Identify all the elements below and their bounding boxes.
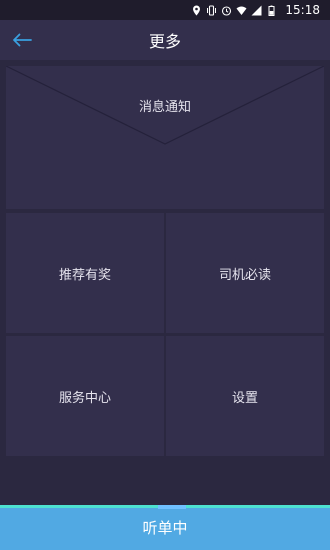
signal-icon <box>251 5 262 16</box>
location-icon <box>191 5 202 16</box>
listening-orders-label: 听单中 <box>142 519 188 537</box>
envelope-flap-graphic <box>6 66 324 145</box>
status-bar: 15:18 <box>0 0 330 20</box>
battery-icon <box>266 5 277 16</box>
arrow-left-icon <box>13 33 32 47</box>
driver-guide-label: 司机必读 <box>218 267 271 283</box>
service-center-button[interactable]: 服务中心 <box>6 336 164 456</box>
back-button[interactable] <box>10 28 34 52</box>
listening-orders-button[interactable]: 听单中 <box>0 505 330 550</box>
driver-guide-button[interactable]: 司机必读 <box>166 213 324 333</box>
referral-reward-button[interactable]: 推荐有奖 <box>6 213 164 333</box>
alarm-icon <box>221 5 232 16</box>
bottom-notch <box>158 505 186 509</box>
settings-button[interactable]: 设置 <box>166 336 324 456</box>
wifi-icon <box>236 5 247 16</box>
settings-label: 设置 <box>231 390 258 406</box>
vibrate-icon <box>206 4 217 16</box>
notification-label: 消息通知 <box>138 100 191 115</box>
status-time: 15:18 <box>285 3 320 17</box>
notification-panel[interactable]: 消息通知 <box>6 66 324 209</box>
referral-reward-label: 推荐有奖 <box>58 267 111 283</box>
page-title: 更多 <box>148 32 181 51</box>
nav-bar: 更多 <box>0 20 330 60</box>
service-center-label: 服务中心 <box>58 390 111 406</box>
